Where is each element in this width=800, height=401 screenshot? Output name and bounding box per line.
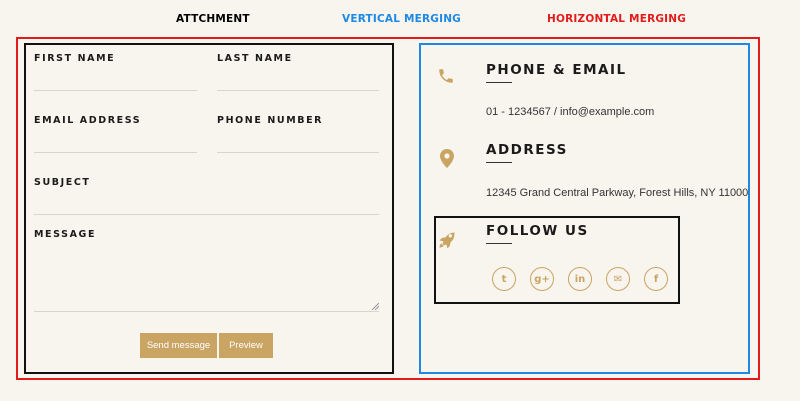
- horizontal-merging-label: HORIZONTAL MERGING: [547, 13, 687, 25]
- message-label: MESSAGE: [34, 229, 97, 240]
- email-icon[interactable]: ✉: [606, 267, 630, 291]
- first-name-field[interactable]: [34, 90, 197, 91]
- facebook-icon[interactable]: f: [644, 267, 668, 291]
- twitter-icon[interactable]: t: [492, 267, 516, 291]
- last-name-label: LAST NAME: [217, 53, 293, 64]
- address-heading: ADDRESS: [486, 142, 568, 158]
- linkedin-icon[interactable]: in: [568, 267, 592, 291]
- heading-divider: [486, 243, 512, 244]
- address-text: 12345 Grand Central Parkway, Forest Hill…: [486, 187, 749, 199]
- phone-icon: [439, 69, 453, 83]
- first-name-label: FIRST NAME: [34, 53, 116, 64]
- attachment-label: ATTCHMENT: [176, 13, 250, 25]
- message-field[interactable]: [34, 311, 379, 312]
- phone-field[interactable]: [217, 152, 379, 153]
- last-name-field[interactable]: [217, 90, 379, 91]
- vertical-merging-box: [419, 43, 750, 374]
- send-message-button[interactable]: Send message: [140, 333, 217, 358]
- phone-email-text: 01 - 1234567 / info@example.com: [486, 106, 655, 118]
- rocket-icon: [439, 232, 455, 249]
- map-pin-icon: [440, 149, 454, 168]
- subject-label: SUBJECT: [34, 177, 91, 188]
- resize-handle-icon[interactable]: [371, 302, 379, 310]
- phone-email-heading: PHONE & EMAIL: [486, 62, 627, 78]
- heading-divider: [486, 82, 512, 83]
- follow-us-heading: FOLLOW US: [486, 223, 589, 239]
- heading-divider: [486, 162, 512, 163]
- vertical-merging-label: VERTICAL MERGING: [342, 13, 461, 25]
- attachment-box: [24, 43, 394, 374]
- email-label: EMAIL ADDRESS: [34, 115, 142, 126]
- email-field[interactable]: [34, 152, 197, 153]
- preview-button[interactable]: Preview: [219, 333, 273, 358]
- phone-label: PHONE NUMBER: [217, 115, 324, 126]
- google-plus-icon[interactable]: g+: [530, 267, 554, 291]
- subject-field[interactable]: [34, 214, 379, 215]
